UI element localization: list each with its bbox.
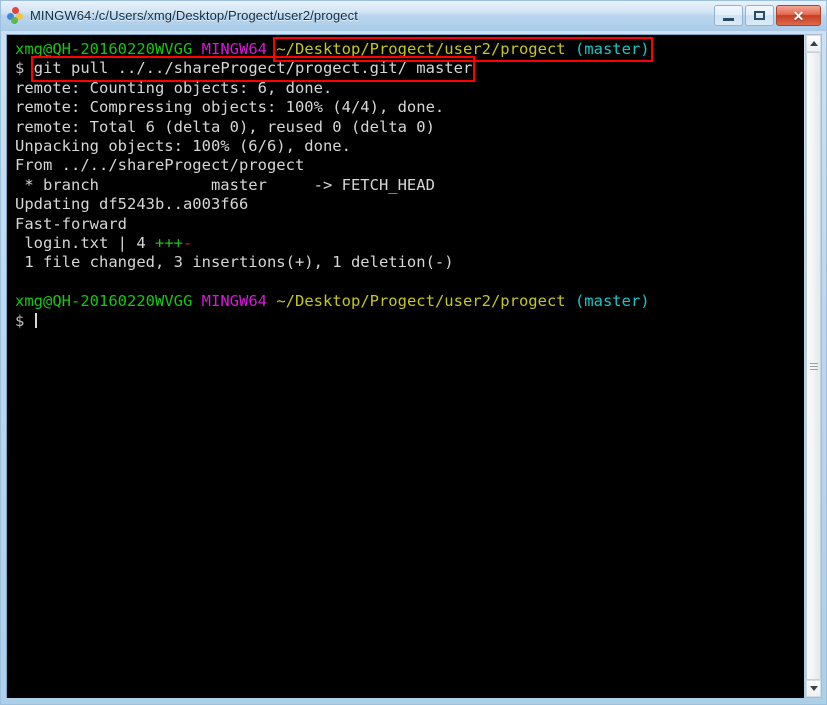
output-line: remote: Counting objects: 6, done. <box>15 78 333 97</box>
text-cursor <box>34 312 37 328</box>
prompt-line-2: xmg@QH-20160220WVGG MINGW64 ~/Desktop/Pr… <box>15 292 804 311</box>
output-line: Fast-forward <box>15 214 127 233</box>
maximize-icon <box>754 11 765 20</box>
diffstat-additions: +++ <box>154 234 183 253</box>
typed-command: git pull ../../shareProgect/progect.git/… <box>33 59 473 78</box>
window-controls: ✕ <box>714 5 821 26</box>
prompt-sigil: $ <box>15 59 25 78</box>
output-line: From ../../shareProgect/progect <box>15 156 305 175</box>
prompt-branch: (master) <box>574 40 650 58</box>
output-line: Updating df5243b..a003f66 <box>15 195 249 214</box>
prompt-path: ~/Desktop/Progect/user2/progect <box>276 292 566 311</box>
prompt-branch: (master) <box>574 292 650 311</box>
title-bar[interactable]: MINGW64:/c/Users/xmg/Desktop/Progect/use… <box>1 1 826 31</box>
prompt-user-host: xmg@QH-20160220WVGG <box>15 40 193 58</box>
prompt-line-1: xmg@QH-20160220WVGG MINGW64 ~/Desktop/Pr… <box>15 36 804 63</box>
highlight-box-path: ~/Desktop/Progect/user2/progect (master) <box>273 36 653 63</box>
prompt-sigil: $ <box>15 311 25 330</box>
output-line: * branch master -> FETCH_HEAD <box>15 175 435 194</box>
prompt-path: ~/Desktop/Progect/user2/progect <box>276 40 566 58</box>
scroll-down-button[interactable] <box>806 680 821 697</box>
terminal-frame: xmg@QH-20160220WVGG MINGW64 ~/Desktop/Pr… <box>6 34 804 698</box>
vertical-scrollbar[interactable] <box>805 34 822 698</box>
close-icon: ✕ <box>792 7 805 24</box>
minimize-button[interactable] <box>714 5 743 26</box>
close-button[interactable]: ✕ <box>776 5 821 26</box>
diffstat-deletions: - <box>182 234 193 253</box>
prompt-user-host: xmg@QH-20160220WVGG <box>15 292 193 311</box>
diffstat-file: login.txt | 4 <box>15 234 155 253</box>
window-title: MINGW64:/c/Users/xmg/Desktop/Progect/use… <box>30 8 358 23</box>
output-line: remote: Total 6 (delta 0), reused 0 (del… <box>15 117 435 136</box>
chevron-up-icon <box>809 41 818 46</box>
active-input-line[interactable]: $ <box>15 312 804 331</box>
chevron-down-icon <box>809 686 818 691</box>
terminal-window: MINGW64:/c/Users/xmg/Desktop/Progect/use… <box>0 0 827 705</box>
mintty-icon <box>7 7 24 24</box>
terminal-screen[interactable]: xmg@QH-20160220WVGG MINGW64 ~/Desktop/Pr… <box>7 35 804 698</box>
minimize-icon <box>723 17 734 21</box>
command-line: $ git pull ../../shareProgect/progect.gi… <box>15 56 804 82</box>
diffstat-summary: 1 file changed, 3 insertions(+), 1 delet… <box>15 253 454 272</box>
prompt-shell: MINGW64 <box>201 292 267 311</box>
scrollbar-track[interactable] <box>806 52 821 680</box>
scrollbar-thumb[interactable] <box>806 52 821 680</box>
window-client-area: xmg@QH-20160220WVGG MINGW64 ~/Desktop/Pr… <box>1 31 826 704</box>
output-line: Unpacking objects: 100% (6/6), done. <box>15 137 351 156</box>
output-line: remote: Compressing objects: 100% (4/4),… <box>15 98 445 117</box>
scrollbar-grip-icon <box>809 362 818 370</box>
diffstat-line: login.txt | 4 +++- <box>15 234 804 253</box>
scroll-up-button[interactable] <box>806 35 821 52</box>
maximize-button[interactable] <box>745 5 774 26</box>
highlight-box-command: git pull ../../shareProgect/progect.git/… <box>30 56 476 82</box>
prompt-shell: MINGW64 <box>201 40 267 58</box>
